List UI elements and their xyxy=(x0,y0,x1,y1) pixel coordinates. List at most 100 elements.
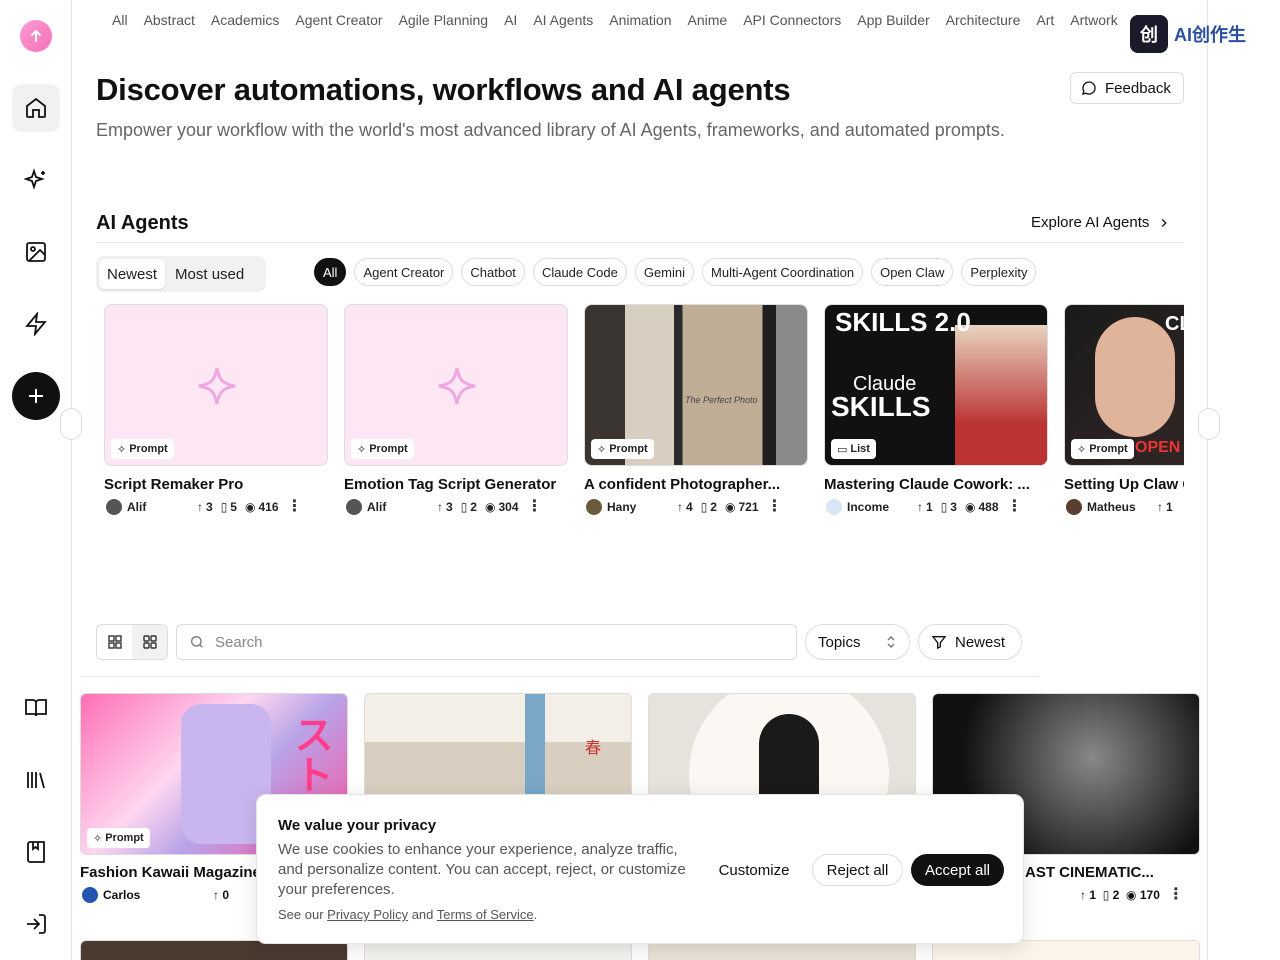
compact-grid-view-icon[interactable] xyxy=(132,625,167,659)
category-agile-planning[interactable]: Agile Planning xyxy=(399,12,489,28)
more-options-icon[interactable]: ⋮ xyxy=(1007,499,1023,515)
sparkles-icon[interactable] xyxy=(12,156,60,204)
divider xyxy=(96,242,1184,243)
avatar xyxy=(586,499,602,515)
category-ai-agents[interactable]: AI Agents xyxy=(533,12,593,28)
category-animation[interactable]: Animation xyxy=(609,12,671,28)
thumbnail-overlay-text: OPEN SO xyxy=(1135,439,1184,456)
chip-multi-agent[interactable]: Multi-Agent Coordination xyxy=(702,258,864,286)
chip-all[interactable]: All xyxy=(314,258,347,286)
card-title: Setting Up Claw C xyxy=(1064,476,1184,493)
chip-agent-creator[interactable]: Agent Creator xyxy=(354,258,454,286)
feedback-button[interactable]: Feedback xyxy=(1070,72,1184,104)
more-options-icon[interactable]: ⋮ xyxy=(287,499,303,515)
library-icon[interactable] xyxy=(12,756,60,804)
chip-claude-code[interactable]: Claude Code xyxy=(532,258,627,286)
bookmark-book-icon[interactable] xyxy=(12,828,60,876)
saves: 2 xyxy=(470,500,477,514)
chip-chatbot[interactable]: Chatbot xyxy=(461,258,525,286)
sort-newest-button[interactable]: Newest xyxy=(918,624,1022,660)
category-ai[interactable]: AI xyxy=(504,12,517,28)
author-name[interactable]: Matheus xyxy=(1087,500,1157,514)
person-image xyxy=(955,325,1047,465)
footer-prefix: See our xyxy=(278,907,328,922)
chip-perplexity[interactable]: Perplexity xyxy=(961,258,1037,286)
more-options-icon[interactable]: ⋮ xyxy=(767,499,783,515)
cookie-footer: See our Privacy Policy and Terms of Serv… xyxy=(278,907,537,922)
home-icon[interactable] xyxy=(12,84,60,132)
lightning-icon[interactable] xyxy=(12,300,60,348)
carousel-next-button[interactable] xyxy=(1198,408,1220,440)
search-input[interactable] xyxy=(215,633,775,651)
card-thumbnail: ✧ Prompt xyxy=(104,304,328,466)
agent-card[interactable]: ✧ Prompt Script Remaker Pro Alif ↑ 3 ▯ 5 ◉ 4… xyxy=(104,304,328,515)
privacy-policy-link[interactable]: Privacy Policy xyxy=(327,907,408,922)
type-badge: ✧ Prompt xyxy=(111,439,174,459)
category-artwork[interactable]: Artwork xyxy=(1070,12,1117,28)
agent-card[interactable]: ✧ Prompt Emotion Tag Script Generator Ali… xyxy=(344,304,568,515)
sort-newest[interactable]: Newest xyxy=(99,259,166,289)
topics-select[interactable]: Topics xyxy=(805,624,910,660)
more-options-icon[interactable]: ⋮ xyxy=(527,499,543,515)
sign-in-icon[interactable] xyxy=(12,900,60,948)
watermark-logo: 创 AI创作生 xyxy=(1130,14,1260,54)
card-title: Emotion Tag Script Generator xyxy=(344,476,557,493)
arrow-up-icon: ↑ xyxy=(1157,500,1163,514)
reject-all-button[interactable]: Reject all xyxy=(812,854,903,886)
agent-card[interactable]: The Perfect Photo ✧ Prompt A confident Ph… xyxy=(584,304,808,515)
bookmark-icon: ▯ xyxy=(940,500,948,514)
type-badge: ✧ Prompt xyxy=(1071,439,1134,459)
watermark-glyph: 创 xyxy=(1130,15,1168,53)
thumbnail-overlay-text: SKILLS 2.0 xyxy=(835,307,971,337)
chevron-updown-icon xyxy=(887,635,895,649)
create-button[interactable] xyxy=(12,372,60,420)
card-meta: Alif ↑ 3 ▯ 5 ◉ 416 ⋮ xyxy=(104,499,328,515)
category-all[interactable]: All xyxy=(112,12,128,28)
search-field[interactable] xyxy=(176,624,797,660)
sort-most-used[interactable]: Most used xyxy=(167,259,252,289)
author-name[interactable]: Carlos xyxy=(103,888,213,902)
category-abstract[interactable]: Abstract xyxy=(144,12,195,28)
image-icon[interactable] xyxy=(12,228,60,276)
footer-period: . xyxy=(533,907,538,922)
arrow-up-icon: ↑ xyxy=(437,500,443,514)
accept-all-button[interactable]: Accept all xyxy=(911,854,1004,886)
category-art[interactable]: Art xyxy=(1036,12,1054,28)
book-open-icon[interactable] xyxy=(12,684,60,732)
badge-label: Prompt xyxy=(129,443,168,455)
category-agent-creator[interactable]: Agent Creator xyxy=(295,12,382,28)
customize-button[interactable]: Customize xyxy=(706,854,802,886)
agent-card[interactable]: CLA OPEN SO ✧Prompt Setting Up Claw C Ma… xyxy=(1064,304,1184,515)
category-app-builder[interactable]: App Builder xyxy=(857,12,929,28)
carousel-prev-button[interactable] xyxy=(60,408,82,440)
author-name[interactable]: Alif xyxy=(127,500,197,514)
category-architecture[interactable]: Architecture xyxy=(946,12,1021,28)
badge-label: Prompt xyxy=(105,832,144,844)
author-name[interactable]: Income xyxy=(847,500,917,514)
category-anime[interactable]: Anime xyxy=(688,12,728,28)
more-options-icon[interactable]: ⋮ xyxy=(1168,887,1184,903)
bookmark-icon: ▯ xyxy=(700,500,708,514)
chevron-right-icon xyxy=(1162,218,1168,227)
view-toggle xyxy=(96,624,168,660)
cookie-banner: We value your privacy We use cookies to … xyxy=(256,794,1024,944)
thumbnail-overlay-text: 春 xyxy=(585,740,602,757)
author-name[interactable]: Alif xyxy=(367,500,437,514)
agent-card[interactable]: SKILLS 2.0 Claude SKILLS ▭ List Mastering… xyxy=(824,304,1048,515)
category-api-connectors[interactable]: API Connectors xyxy=(743,12,841,28)
category-academics[interactable]: Academics xyxy=(211,12,279,28)
upvotes: 4 xyxy=(686,500,693,514)
logo-icon[interactable] xyxy=(20,20,52,52)
chip-gemini[interactable]: Gemini xyxy=(634,258,695,286)
feedback-label: Feedback xyxy=(1105,79,1171,97)
arrow-up-icon: ↑ xyxy=(213,888,219,902)
bookmark-icon: ▯ xyxy=(220,500,228,514)
terms-link[interactable]: Terms of Service xyxy=(437,907,534,922)
thumbnail-overlay-text: SKILLS xyxy=(831,391,931,422)
card-meta: Alif ↑ 3 ▯ 2 ◉ 304 ⋮ xyxy=(344,499,568,515)
grid-view-icon[interactable] xyxy=(97,625,132,659)
chip-open-claw[interactable]: Open Claw xyxy=(871,258,954,286)
badge-label: Prompt xyxy=(369,443,408,455)
explore-agents-link[interactable]: Explore AI Agents xyxy=(1031,214,1171,231)
author-name[interactable]: Hany xyxy=(607,500,677,514)
